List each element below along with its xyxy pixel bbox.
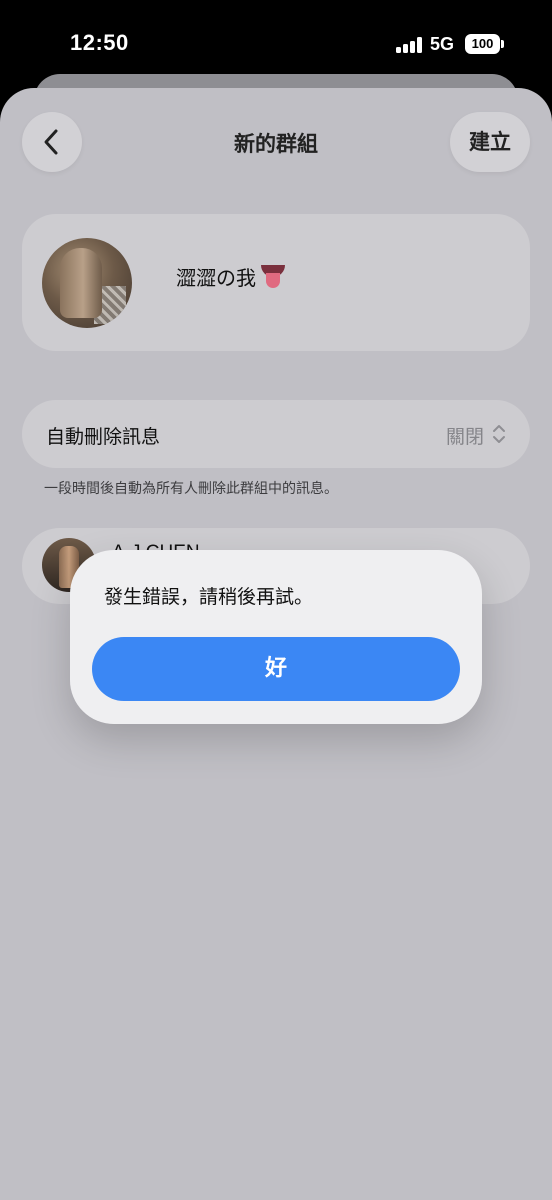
tongue-emoji-icon	[260, 265, 286, 289]
group-info-card: 澀澀の我	[22, 214, 530, 351]
battery-icon: 100	[465, 34, 504, 54]
group-name-field[interactable]: 澀澀の我	[176, 262, 286, 291]
chevron-up-down-icon	[493, 425, 505, 443]
battery-level: 100	[465, 34, 500, 54]
alert-message: 發生錯誤，請稍後再試。	[104, 586, 314, 608]
group-name-text: 澀澀の我	[176, 266, 256, 290]
auto-delete-description: 一段時間後自動為所有人刪除此群組中的訊息。	[44, 481, 338, 497]
auto-delete-label: 自動刪除訊息	[46, 426, 161, 448]
auto-delete-messages-row[interactable]: 自動刪除訊息 關閉	[22, 400, 530, 468]
error-alert-dialog: 發生錯誤，請稍後再試。 好	[70, 550, 482, 724]
auto-delete-value: 關閉	[445, 426, 484, 448]
status-bar: 12:50 5G 100	[0, 0, 552, 80]
cellular-signal-icon	[396, 37, 422, 53]
network-type: 5G	[430, 34, 455, 54]
create-button[interactable]: 建立	[450, 112, 530, 172]
ok-button[interactable]: 好	[92, 637, 460, 701]
status-time: 12:50	[70, 30, 129, 55]
group-avatar[interactable]	[42, 238, 132, 328]
